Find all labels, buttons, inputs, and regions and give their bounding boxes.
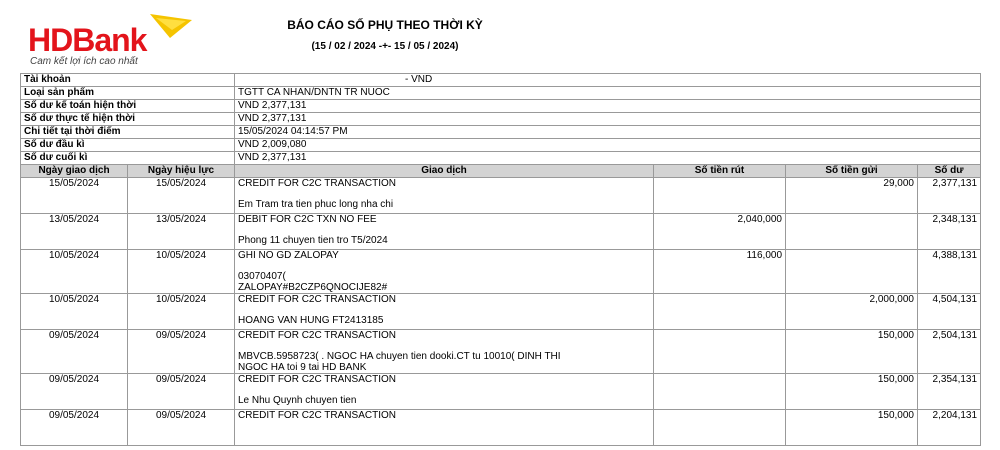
value-date: 13/05/2024	[127, 213, 235, 250]
deposit-amount: 29,000	[785, 177, 918, 214]
deposit-amount: 150,000	[785, 329, 918, 374]
account-info-row: Số dư thực tế hiện thời VND 2,377,131	[20, 112, 982, 126]
logo-tagline: Cam kết lợi ích cao nhất	[30, 56, 138, 67]
balance-amount: 4,388,131	[916, 249, 982, 294]
deposit-amount: 150,000	[785, 373, 918, 410]
info-label: Chi tiết tại thời điểm	[20, 125, 235, 139]
balance-amount: 4,504,131	[916, 293, 982, 330]
value-date: 15/05/2024	[127, 177, 235, 214]
report-title: BÁO CÁO SỐ PHỤ THEO THỜI KỲ	[287, 18, 483, 32]
deposit-amount: 150,000	[785, 409, 918, 446]
table-row: 13/05/2024 13/05/2024 DEBIT FOR C2C TXN NO…	[20, 213, 982, 250]
transaction-date: 10/05/2024	[20, 249, 128, 294]
value-date: 10/05/2024	[127, 293, 235, 330]
transaction-list: Ngày giao dịch Ngày hiệu lực Giao dịch Số t…	[20, 164, 982, 446]
account-info: Tài khoản - VND Loại sản phẩm TGTT CA NHAN/…	[20, 73, 982, 165]
value-date: 09/05/2024	[127, 409, 235, 446]
info-label: Số dư cuối kì	[20, 151, 235, 165]
info-value: VND 2,377,131	[233, 112, 982, 126]
transaction-detail: 03070407(	[238, 271, 286, 282]
transaction-type: CREDIT FOR C2C TRANSACTION	[238, 178, 396, 189]
transaction-detail: Le Nhu Quynh chuyen tien	[238, 395, 357, 406]
column-header: Giao dịch	[234, 164, 654, 178]
withdraw-amount: 116,000	[653, 249, 786, 294]
info-value: 15/05/2024 04:14:57 PM	[233, 125, 982, 139]
table-row: 10/05/2024 10/05/2024 GHI NO GD ZALOPAY 030…	[20, 249, 982, 294]
info-label: Số dư đầu kì	[20, 138, 235, 152]
column-header: Ngày giao dịch	[20, 164, 128, 178]
info-label: Loại sản phẩm	[20, 86, 235, 100]
info-value: VND 2,009,080	[233, 138, 982, 152]
column-header: Ngày hiệu lực	[127, 164, 235, 178]
transaction-date: 09/05/2024	[20, 329, 128, 374]
value-date: 09/05/2024	[127, 373, 235, 410]
transaction-date: 09/05/2024	[20, 409, 128, 446]
transaction-type: CREDIT FOR C2C TRANSACTION	[238, 374, 396, 385]
withdraw-amount	[653, 373, 786, 410]
column-header: Số tiền rút	[653, 164, 786, 178]
report-period: (15 / 02 / 2024 -+- 15 / 05 / 2024)	[311, 41, 459, 52]
table-row: 09/05/2024 09/05/2024 CREDIT FOR C2C TRANS…	[20, 373, 982, 410]
withdraw-amount	[653, 177, 786, 214]
balance-amount: 2,348,131	[916, 213, 982, 250]
deposit-amount	[785, 213, 918, 250]
transaction-date: 10/05/2024	[20, 293, 128, 330]
account-info-row: Tài khoản - VND	[20, 73, 982, 87]
transaction-detail: Phong 11 chuyen tien tro T5/2024	[238, 235, 388, 246]
transaction-date: 15/05/2024	[20, 177, 128, 214]
info-value: - VND	[233, 73, 982, 87]
transaction-type: DEBIT FOR C2C TXN NO FEE	[238, 214, 377, 225]
account-info-row: Loại sản phẩm TGTT CA NHAN/DNTN TR NUOC	[20, 86, 982, 100]
table-header-row: Ngày giao dịch Ngày hiệu lực Giao dịch Số t…	[20, 164, 982, 178]
balance-amount: 2,354,131	[916, 373, 982, 410]
transaction-description: CREDIT FOR C2C TRANSACTION MBVCB.5958723(…	[234, 329, 654, 374]
transaction-description: CREDIT FOR C2C TRANSACTION Em Tram tra ti…	[234, 177, 654, 214]
transaction-description: CREDIT FOR C2C TRANSACTION Le Nhu Quynh c…	[234, 373, 654, 410]
withdraw-amount	[653, 329, 786, 374]
table-row: 15/05/2024 15/05/2024 CREDIT FOR C2C TRANS…	[20, 177, 982, 214]
transaction-type: CREDIT FOR C2C TRANSACTION	[238, 330, 396, 341]
transaction-detail: HOANG VAN HUNG FT2413185	[238, 315, 384, 326]
withdraw-amount	[653, 293, 786, 330]
transaction-description: CREDIT FOR C2C TRANSACTION HOANG VAN HUNG…	[234, 293, 654, 330]
transaction-description: DEBIT FOR C2C TXN NO FEE Phong 11 chuyen …	[234, 213, 654, 250]
transaction-detail-2: ZALOPAY#B2CZP6QNOCIJE82#	[238, 282, 388, 293]
deposit-amount: 2,000,000	[785, 293, 918, 330]
account-info-row: Số dư đầu kì VND 2,009,080	[20, 138, 982, 152]
account-info-row: Số dư cuối kì VND 2,377,131	[20, 151, 982, 165]
withdraw-amount	[653, 409, 786, 446]
transaction-detail: MBVCB.5958723( . NGOC HA chuyen tien doo…	[238, 351, 561, 362]
info-label: Số dư thực tế hiện thời	[20, 112, 235, 126]
transaction-type: GHI NO GD ZALOPAY	[238, 250, 339, 261]
info-value: VND 2,377,131	[233, 151, 982, 165]
account-info-row: Chi tiết tại thời điểm 15/05/2024 04:14:5…	[20, 125, 982, 139]
info-value: VND 2,377,131	[233, 99, 982, 113]
column-header: Số dư	[916, 164, 982, 178]
transaction-description: CREDIT FOR C2C TRANSACTION	[234, 409, 654, 446]
table-row: 09/05/2024 09/05/2024 CREDIT FOR C2C TRANS…	[20, 329, 982, 374]
transaction-type: CREDIT FOR C2C TRANSACTION	[238, 294, 396, 305]
transaction-type: CREDIT FOR C2C TRANSACTION	[238, 410, 396, 421]
info-label: Tài khoản	[20, 73, 235, 87]
info-value: TGTT CA NHAN/DNTN TR NUOC	[233, 86, 982, 100]
statement-table: Tài khoản - VND Loại sản phẩm TGTT CA NHAN/…	[20, 73, 982, 446]
balance-amount: 2,377,131	[916, 177, 982, 214]
column-header: Số tiền gửi	[785, 164, 918, 178]
deposit-amount	[785, 249, 918, 294]
transaction-date: 09/05/2024	[20, 373, 128, 410]
transaction-detail: Em Tram tra tien phuc long nha chi	[238, 199, 394, 210]
transaction-description: GHI NO GD ZALOPAY 03070407(ZALOPAY#B2CZP6…	[234, 249, 654, 294]
value-date: 09/05/2024	[127, 329, 235, 374]
balance-amount: 2,504,131	[916, 329, 982, 374]
transaction-detail-2: NGOC HA toi 9 tai HD BANK	[238, 362, 367, 373]
table-row: 10/05/2024 10/05/2024 CREDIT FOR C2C TRANS…	[20, 293, 982, 330]
hdbank-logo: HDBank Cam kết lợi ích cao nhất	[28, 8, 208, 68]
withdraw-amount: 2,040,000	[653, 213, 786, 250]
info-label: Số dư kế toán hiện thời	[20, 99, 235, 113]
balance-amount: 2,204,131	[916, 409, 982, 446]
account-info-row: Số dư kế toán hiện thời VND 2,377,131	[20, 99, 982, 113]
transaction-date: 13/05/2024	[20, 213, 128, 250]
table-row: 09/05/2024 09/05/2024 CREDIT FOR C2C TRANS…	[20, 409, 982, 446]
value-date: 10/05/2024	[127, 249, 235, 294]
